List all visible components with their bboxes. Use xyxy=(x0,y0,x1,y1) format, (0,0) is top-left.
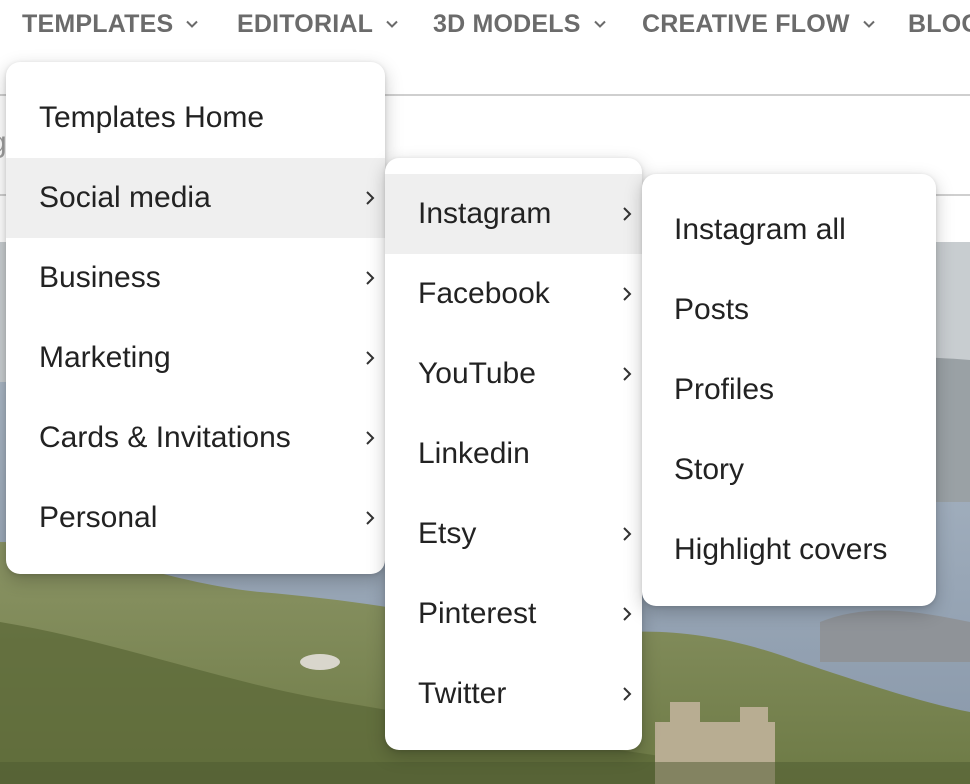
menu-item-story[interactable]: Story xyxy=(642,430,936,510)
nav-label: CREATIVE FLOW xyxy=(642,9,850,38)
menu-item-templates-home[interactable]: Templates Home xyxy=(6,78,385,158)
nav-blog[interactable]: BLOG xyxy=(908,8,970,40)
menu-item-profiles[interactable]: Profiles xyxy=(642,350,936,430)
menu-item-label: Templates Home xyxy=(39,101,265,134)
menu-item-highlight-covers[interactable]: Highlight covers xyxy=(642,510,936,590)
nav-editorial[interactable]: EDITORIAL xyxy=(237,8,399,40)
nav-templates[interactable]: TEMPLATES xyxy=(22,8,199,40)
menu-item-label: Facebook xyxy=(418,277,550,310)
templates-dropdown-menu: Templates Home Social media Business Mar… xyxy=(6,62,385,574)
menu-item-pinterest[interactable]: Pinterest xyxy=(385,574,642,654)
chevron-right-icon xyxy=(366,431,375,445)
chevron-down-icon xyxy=(862,20,875,28)
chevron-right-icon xyxy=(623,607,632,621)
menu-item-label: Pinterest xyxy=(418,597,537,630)
menu-item-linkedin[interactable]: Linkedin xyxy=(385,414,642,494)
menu-item-personal[interactable]: Personal xyxy=(6,478,385,558)
menu-item-instagram-all[interactable]: Instagram all xyxy=(642,190,936,270)
menu-item-label: Cards & Invitations xyxy=(39,421,291,454)
chevron-right-icon xyxy=(366,511,375,525)
menu-item-label: Posts xyxy=(674,293,750,326)
menu-item-cards-invitations[interactable]: Cards & Invitations xyxy=(6,398,385,478)
nav-label: 3D MODELS xyxy=(433,9,581,38)
menu-item-label: Instagram xyxy=(418,197,552,230)
menu-item-posts[interactable]: Posts xyxy=(642,270,936,350)
chevron-right-icon xyxy=(623,367,632,381)
chevron-down-icon xyxy=(593,20,606,28)
menu-item-label: Story xyxy=(674,453,745,486)
menu-item-twitter[interactable]: Twitter xyxy=(385,654,642,734)
menu-item-etsy[interactable]: Etsy xyxy=(385,494,642,574)
nav-label: BLOG xyxy=(908,9,970,38)
menu-item-label: YouTube xyxy=(418,357,536,390)
menu-item-label: Linkedin xyxy=(418,437,530,470)
chevron-down-icon xyxy=(186,20,199,28)
nav-3d-models[interactable]: 3D MODELS xyxy=(433,8,607,40)
menu-item-label: Instagram all xyxy=(674,213,846,246)
chevron-right-icon xyxy=(623,287,632,301)
social-media-submenu: Instagram Facebook YouTube Linkedin Etsy… xyxy=(385,158,642,750)
nav-label: EDITORIAL xyxy=(237,9,374,38)
menu-item-marketing[interactable]: Marketing xyxy=(6,318,385,398)
menu-item-label: Profiles xyxy=(674,373,775,406)
chevron-down-icon xyxy=(386,20,398,28)
chevron-right-icon xyxy=(366,191,375,205)
menu-item-business[interactable]: Business xyxy=(6,238,385,318)
chevron-right-icon xyxy=(366,271,375,285)
menu-item-label: Personal xyxy=(39,501,158,534)
instagram-submenu: Instagram all Posts Profiles Story Highl… xyxy=(642,174,936,606)
chevron-right-icon xyxy=(623,687,632,701)
menu-item-label: Business xyxy=(39,261,161,294)
chevron-right-icon xyxy=(623,527,632,541)
menu-item-label: Social media xyxy=(39,181,211,214)
menu-item-label: Highlight covers xyxy=(674,533,888,566)
menu-item-social-media[interactable]: Social media xyxy=(6,158,385,238)
chevron-right-icon xyxy=(366,351,375,365)
nav-label: TEMPLATES xyxy=(22,9,174,38)
menu-item-youtube[interactable]: YouTube xyxy=(385,334,642,414)
menu-item-label: Etsy xyxy=(418,517,477,550)
nav-creative-flow[interactable]: CREATIVE FLOW xyxy=(642,8,876,40)
menu-item-label: Marketing xyxy=(39,341,171,374)
menu-item-label: Twitter xyxy=(418,677,507,710)
menu-item-instagram[interactable]: Instagram xyxy=(385,174,642,254)
top-nav: TEMPLATES EDITORIAL 3D MODELS CREATIVE F… xyxy=(0,0,970,48)
menu-item-facebook[interactable]: Facebook xyxy=(385,254,642,334)
chevron-right-icon xyxy=(623,207,632,221)
